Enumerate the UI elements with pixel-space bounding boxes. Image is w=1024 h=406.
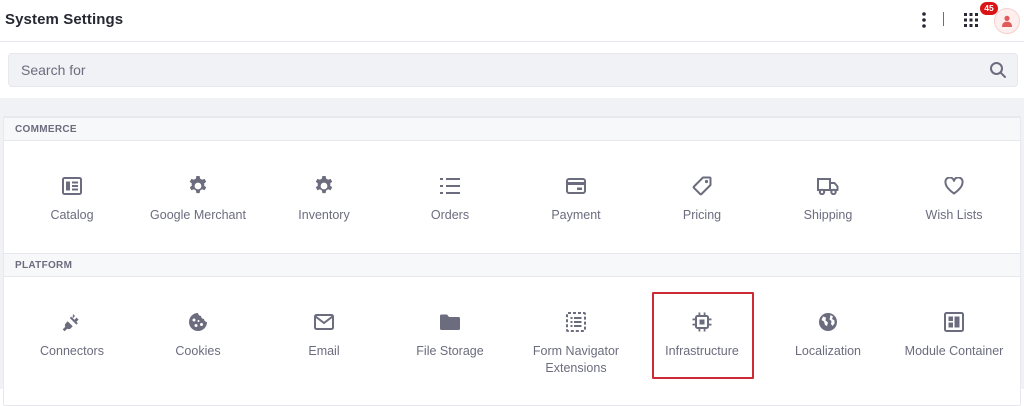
envelope-icon xyxy=(313,311,335,333)
module-icon xyxy=(943,311,965,333)
tile-payment[interactable]: Payment xyxy=(513,175,639,261)
tile-email[interactable]: Email xyxy=(261,311,387,397)
avatar[interactable] xyxy=(994,8,1020,34)
tile-connectors[interactable]: Connectors xyxy=(9,311,135,397)
toolbar-divider xyxy=(943,12,944,26)
catalog-icon xyxy=(61,175,83,197)
section-header-commerce: COMMERCE xyxy=(4,117,1020,141)
tile-label: Inventory xyxy=(298,208,350,222)
settings-body: COMMERCE Catalog Google Merchant Invento… xyxy=(0,98,1024,406)
tile-label: Orders xyxy=(430,208,470,222)
list-icon xyxy=(439,175,461,197)
folder-icon xyxy=(439,311,461,333)
tile-label: Form Navigator Extensions xyxy=(532,344,620,375)
section-title: COMMERCE xyxy=(15,124,77,135)
credit-card-icon xyxy=(565,175,587,197)
tile-form-navigator-extensions[interactable]: Form Navigator Extensions xyxy=(513,311,639,397)
truck-icon xyxy=(817,175,839,197)
tile-label: Pricing xyxy=(682,208,722,222)
cookie-icon xyxy=(187,311,209,333)
tile-orders[interactable]: Orders xyxy=(387,175,513,261)
tile-label: Module Container xyxy=(904,344,1004,358)
search-input[interactable] xyxy=(9,54,969,86)
search-bar xyxy=(0,42,1024,98)
user-icon xyxy=(1002,15,1012,27)
globe-icon xyxy=(817,311,839,333)
gear-icon xyxy=(187,175,209,197)
page-title: System Settings xyxy=(5,11,124,28)
tile-label: Google Merchant xyxy=(150,208,246,222)
tile-inventory[interactable]: Inventory xyxy=(261,175,387,261)
search-box xyxy=(8,53,1018,87)
kebab-vertical-icon[interactable] xyxy=(914,10,934,30)
heart-icon xyxy=(943,175,965,197)
form-icon xyxy=(565,311,587,333)
tag-icon xyxy=(691,175,713,197)
tile-label: Payment xyxy=(551,208,601,222)
tile-label: Shipping xyxy=(803,208,853,222)
tile-label: Catalog xyxy=(50,208,94,222)
gear-icon xyxy=(313,175,335,197)
tile-file-storage[interactable]: File Storage xyxy=(387,311,513,397)
tile-module-container[interactable]: Module Container xyxy=(891,311,1017,397)
section-header-platform: PLATFORM xyxy=(4,253,1020,277)
section-title: PLATFORM xyxy=(15,260,73,271)
highlight-box xyxy=(652,292,754,379)
top-bar: System Settings 45 xyxy=(0,0,1024,42)
tile-label: Wish Lists xyxy=(925,208,983,222)
tile-shipping[interactable]: Shipping xyxy=(765,175,891,261)
tile-label: Connectors xyxy=(40,344,104,358)
tile-catalog[interactable]: Catalog xyxy=(9,175,135,261)
tile-google-merchant[interactable]: Google Merchant xyxy=(135,175,261,261)
settings-panel: COMMERCE Catalog Google Merchant Invento… xyxy=(3,116,1021,406)
tile-label: File Storage xyxy=(416,344,484,358)
tile-cookies[interactable]: Cookies xyxy=(135,311,261,397)
grid-apps-icon[interactable] xyxy=(961,10,981,30)
tile-pricing[interactable]: Pricing xyxy=(639,175,765,261)
tile-label: Cookies xyxy=(175,344,221,358)
search-icon[interactable] xyxy=(989,61,1007,79)
tile-label: Localization xyxy=(794,344,861,358)
plug-icon xyxy=(61,311,83,333)
tile-label: Email xyxy=(308,344,340,358)
tile-wish-lists[interactable]: Wish Lists xyxy=(891,175,1017,261)
tile-localization[interactable]: Localization xyxy=(765,311,891,397)
